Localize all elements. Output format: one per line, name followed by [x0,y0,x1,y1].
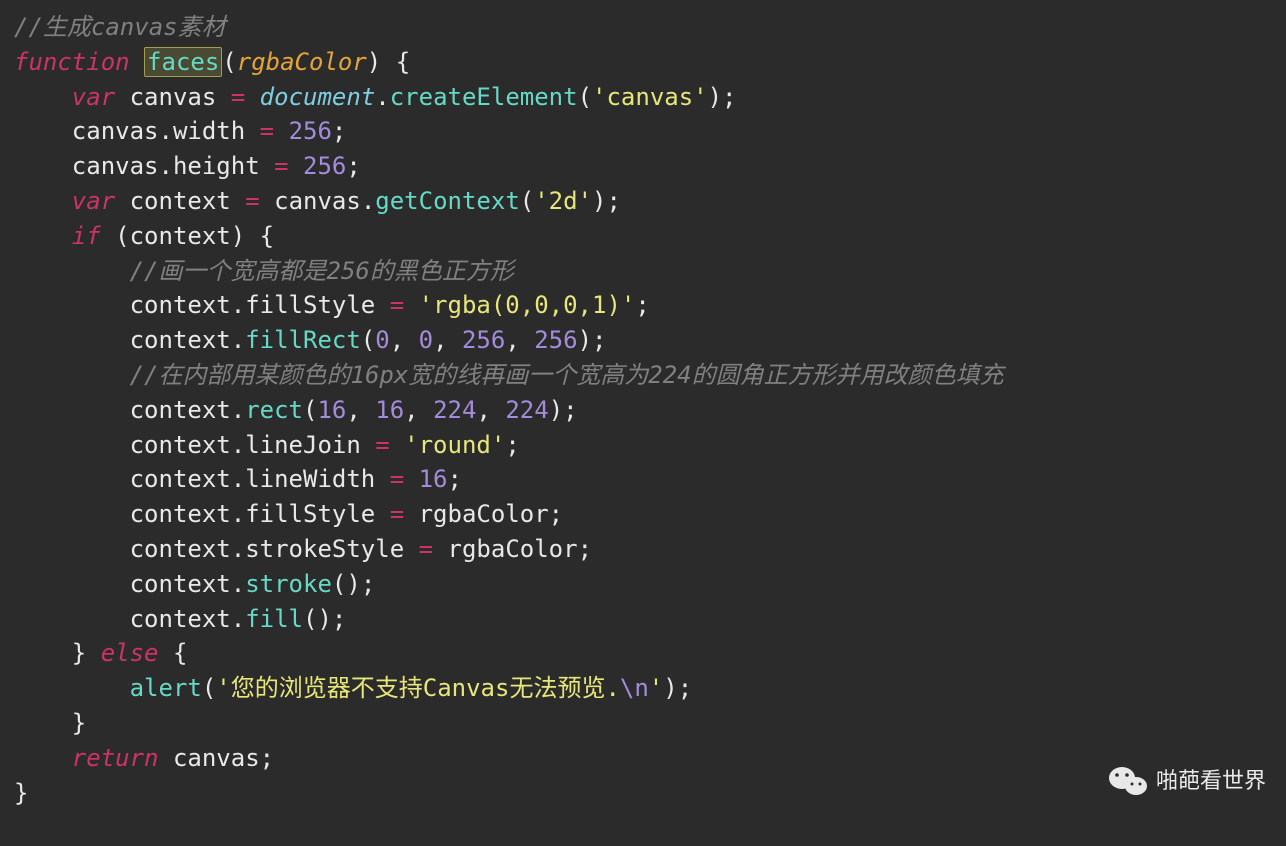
code-line: } [14,779,28,807]
fn-alert: alert [130,674,202,702]
string: '您的浏览器不支持Canvas无法预览. [216,674,620,702]
method: fill [245,605,303,633]
code-line: context.fillRect(0, 0, 256, 256); [14,326,607,354]
code-line: return canvas; [14,744,274,772]
kw-var: var [72,187,115,215]
comment: //在内部用某颜色的16px宽的线再画一个宽高为224的圆角正方形并用改颜色填充 [130,361,1004,389]
method: fillRect [245,326,361,354]
param: rgbaColor [237,48,367,76]
method: createElement [390,83,578,111]
code-line: } else { [14,639,187,667]
kw-if: if [72,222,101,250]
wechat-icon [1108,764,1148,798]
number: 256 [303,152,346,180]
code-line: context.fillStyle = 'rgba(0,0,0,1)'; [14,291,650,319]
code-line: context.lineJoin = 'round'; [14,431,520,459]
code-line: //在内部用某颜色的16px宽的线再画一个宽高为224的圆角正方形并用改颜色填充 [14,361,1004,389]
code-line: if (context) { [14,222,274,250]
function-name: faces [144,47,222,77]
code-line: var context = canvas.getContext('2d'); [14,187,621,215]
code-editor[interactable]: //生成canvas素材 function faces(rgbaColor) {… [0,0,1286,820]
code-line: //生成canvas素材 [14,13,226,41]
string: 'rgba(0,0,0,1)' [419,291,636,319]
code-line: alert('您的浏览器不支持Canvas无法预览.\n'); [14,674,692,702]
code-line: //画一个宽高都是256的黑色正方形 [14,257,514,285]
code-line: context.fillStyle = rgbaColor; [14,500,563,528]
string: 'round' [404,431,505,459]
code-line: var canvas = document.createElement('can… [14,83,737,111]
code-line: function faces(rgbaColor) { [14,47,410,77]
kw-function: function [14,48,130,76]
code-line: canvas.height = 256; [14,152,361,180]
code-line: canvas.width = 256; [14,117,346,145]
method: stroke [245,570,332,598]
code-line: context.strokeStyle = rgbaColor; [14,535,592,563]
code-line: } [14,709,86,737]
code-line: context.stroke(); [14,570,375,598]
method: rect [245,396,303,424]
number: 256 [289,117,332,145]
escape: \n [620,674,649,702]
kw-var: var [72,83,115,111]
watermark-text: 啪葩看世界 [1156,765,1266,797]
string: 'canvas' [592,83,708,111]
comment: //画一个宽高都是256的黑色正方形 [130,257,514,285]
method: getContext [375,187,520,215]
builtin-document: document [260,83,376,111]
kw-else: else [86,639,173,667]
number: 16 [419,465,448,493]
watermark: 啪葩看世界 [1108,764,1266,798]
string: '2d' [534,187,592,215]
kw-return: return [72,744,159,772]
comment: //生成canvas素材 [14,13,226,41]
code-line: context.rect(16, 16, 224, 224); [14,396,578,424]
code-line: context.lineWidth = 16; [14,465,462,493]
code-line: context.fill(); [14,605,346,633]
